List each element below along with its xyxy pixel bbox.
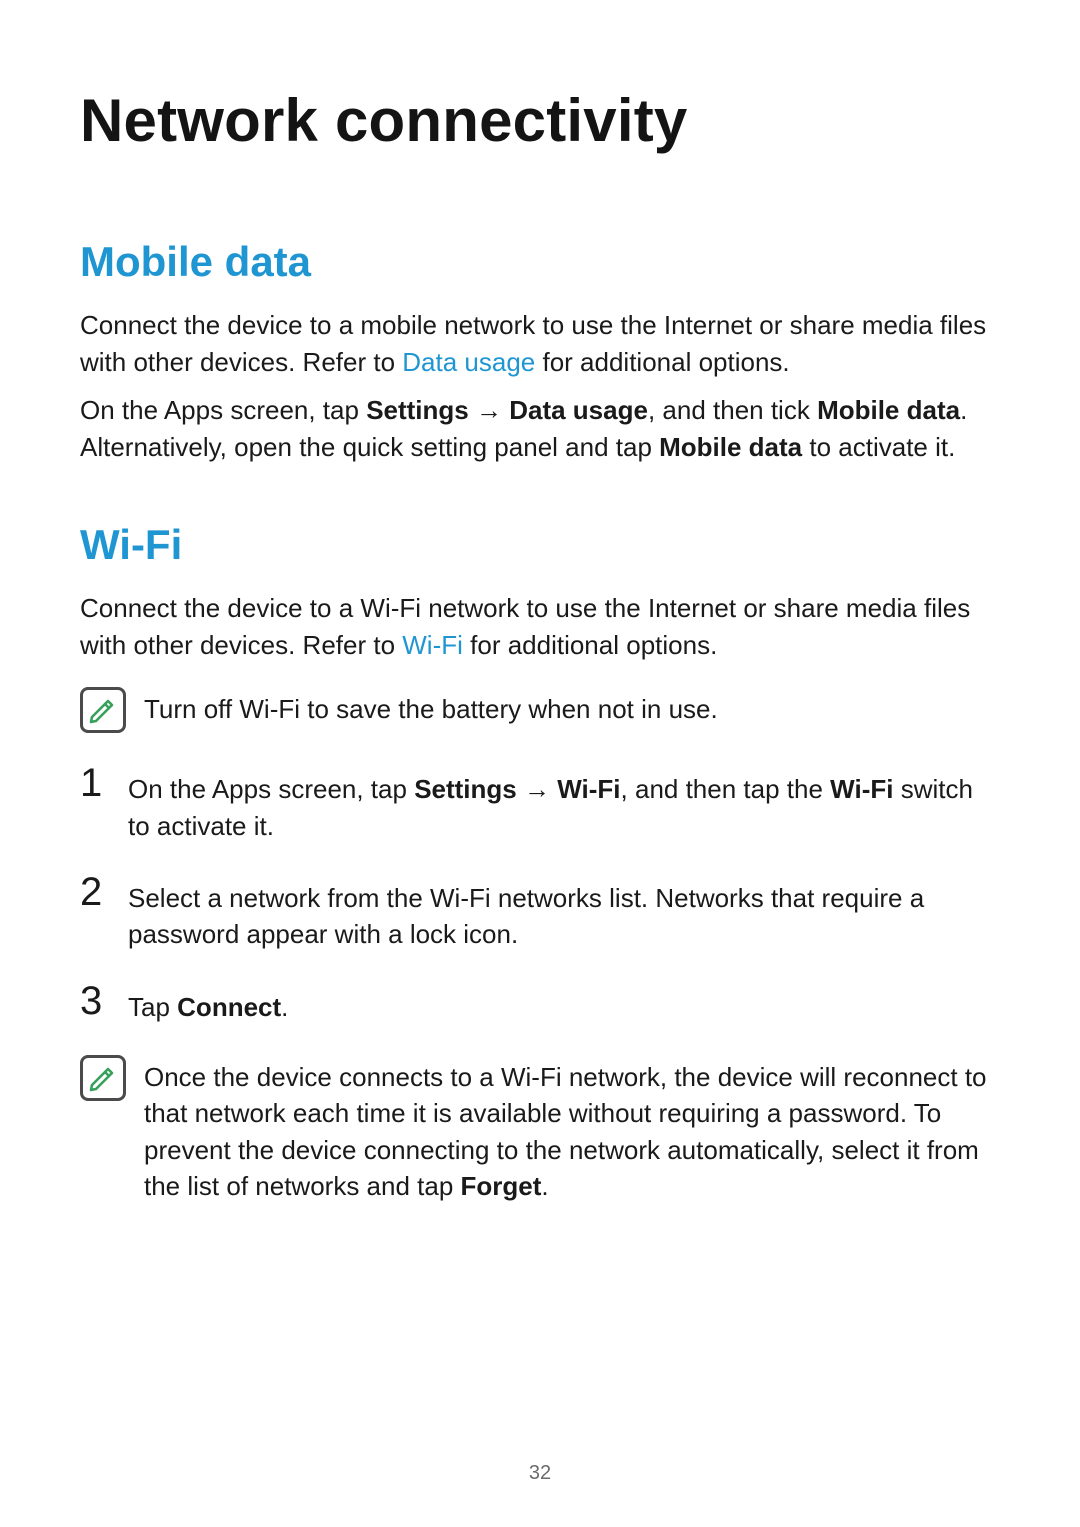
- mobile-data-paragraph-1: Connect the device to a mobile network t…: [80, 307, 1000, 380]
- arrow: →: [469, 395, 509, 425]
- label-settings: Settings: [414, 774, 517, 804]
- section-mobile-data: Mobile data Connect the device to a mobi…: [80, 237, 1000, 465]
- text: , and then tick: [648, 395, 817, 425]
- page-title: Network connectivity: [80, 85, 1000, 157]
- text: , and then tap the: [621, 774, 831, 804]
- label-wifi: Wi-Fi: [830, 774, 893, 804]
- section-wifi: Wi-Fi Connect the device to a Wi-Fi netw…: [80, 520, 1000, 1205]
- steps-list: 1 On the Apps screen, tap Settings → Wi-…: [80, 763, 1000, 1025]
- heading-mobile-data: Mobile data: [80, 237, 1000, 287]
- link-data-usage[interactable]: Data usage: [402, 347, 535, 377]
- note-icon: [80, 687, 126, 733]
- step-1: 1 On the Apps screen, tap Settings → Wi-…: [80, 763, 1000, 844]
- mobile-data-paragraph-2: On the Apps screen, tap Settings → Data …: [80, 392, 1000, 465]
- pencil-note-icon: [88, 1063, 118, 1093]
- note-callout: Once the device connects to a Wi-Fi netw…: [80, 1053, 1000, 1205]
- page-number: 32: [0, 1459, 1080, 1487]
- note-callout: Turn off Wi-Fi to save the battery when …: [80, 685, 1000, 733]
- text: .: [541, 1171, 548, 1201]
- text: to activate it.: [802, 432, 955, 462]
- label-settings: Settings: [366, 395, 469, 425]
- text: Once the device connects to a Wi-Fi netw…: [144, 1062, 987, 1201]
- step-number: 2: [80, 872, 110, 912]
- text: for additional options.: [535, 347, 789, 377]
- page-container: Network connectivity Mobile data Connect…: [0, 0, 1080, 1527]
- note-text: Turn off Wi-Fi to save the battery when …: [144, 685, 1000, 727]
- step-2-text: Select a network from the Wi-Fi networks…: [128, 872, 1000, 953]
- step-number: 3: [80, 981, 110, 1021]
- step-number: 1: [80, 763, 110, 803]
- wifi-paragraph-1: Connect the device to a Wi-Fi network to…: [80, 590, 1000, 663]
- label-data-usage: Data usage: [509, 395, 648, 425]
- step-2: 2 Select a network from the Wi-Fi networ…: [80, 872, 1000, 953]
- step-3-text: Tap Connect.: [128, 981, 1000, 1025]
- step-1-text: On the Apps screen, tap Settings → Wi-Fi…: [128, 763, 1000, 844]
- step-3: 3 Tap Connect.: [80, 981, 1000, 1025]
- text: Tap: [128, 992, 177, 1022]
- pencil-note-icon: [88, 695, 118, 725]
- arrow: →: [517, 774, 557, 804]
- text: for additional options.: [463, 630, 717, 660]
- text: On the Apps screen, tap: [80, 395, 366, 425]
- link-wifi[interactable]: Wi-Fi: [402, 630, 463, 660]
- label-wifi: Wi-Fi: [557, 774, 620, 804]
- text: On the Apps screen, tap: [128, 774, 414, 804]
- note-icon: [80, 1055, 126, 1101]
- label-mobile-data: Mobile data: [659, 432, 802, 462]
- note-text: Once the device connects to a Wi-Fi netw…: [144, 1053, 1000, 1205]
- label-connect: Connect: [177, 992, 281, 1022]
- label-mobile-data: Mobile data: [817, 395, 960, 425]
- label-forget: Forget: [461, 1171, 542, 1201]
- text: .: [281, 992, 288, 1022]
- heading-wifi: Wi-Fi: [80, 520, 1000, 570]
